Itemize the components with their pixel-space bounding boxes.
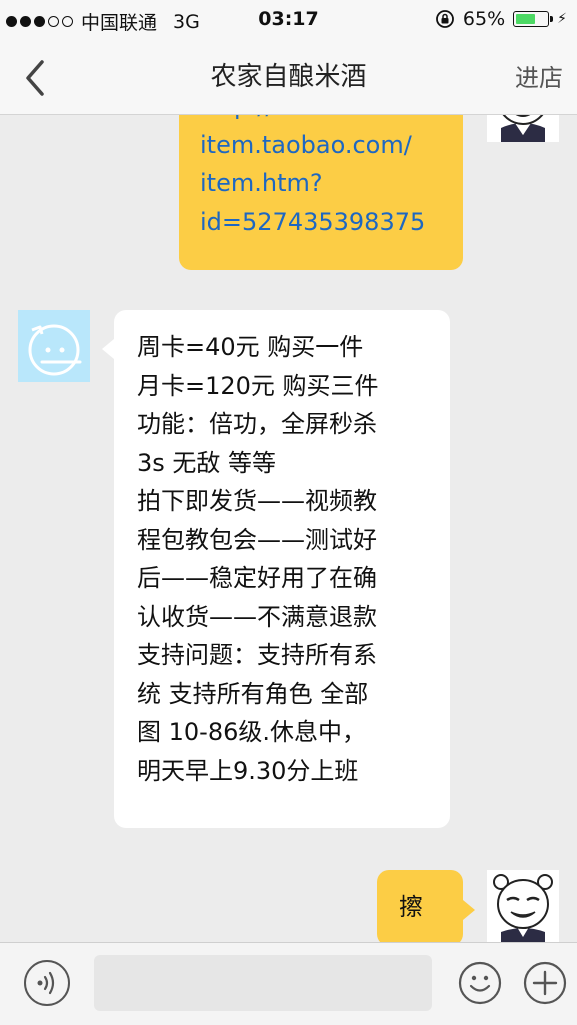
rotation-lock-icon (436, 10, 454, 28)
bear-face-icon (487, 114, 559, 142)
plus-icon[interactable] (522, 960, 568, 1006)
input-bar (0, 942, 577, 1025)
bubble-tail (102, 339, 114, 359)
message-line: 统 支持所有角色 全部 (137, 679, 369, 708)
page-title: 农家自酿米酒 (210, 62, 367, 92)
chat-area[interactable]: http:// item.taobao.com/ item.htm? id=52… (0, 114, 577, 942)
enter-shop-button[interactable]: 进店 (515, 58, 563, 93)
message-line: 程包教包会——测试好 (137, 525, 377, 554)
message-line: 3s 无敌 等等 (137, 448, 277, 477)
shop-avatar[interactable] (18, 310, 90, 382)
message-line: 月卡=120元 购买三件 (137, 371, 379, 400)
message-bubble-link[interactable]: http:// item.taobao.com/ item.htm? id=52… (179, 114, 463, 270)
message-line: id=527435398375 (200, 207, 426, 236)
status-bar: 中国联通 3G 03:17 65% ⚡ (0, 0, 577, 40)
message-line: item.htm? (200, 169, 323, 197)
message-line: 图 10-86级.休息中， (137, 718, 366, 746)
message-input[interactable] (94, 955, 432, 1011)
message-line: http:// (200, 114, 463, 126)
user-avatar[interactable] (487, 114, 559, 142)
message-bubble-text[interactable]: 周卡=40元 购买一件 月卡=120元 购买三件 功能：倍功，全屏秒杀 3s 无… (114, 310, 450, 828)
message-line: 认收货——不满意退款 (137, 602, 377, 631)
battery-percent: 65% (462, 8, 506, 30)
message-line: 后——稳定好用了在确 (137, 564, 377, 592)
voice-icon (37, 971, 55, 995)
user-avatar[interactable] (487, 870, 559, 942)
charging-icon: ⚡ (557, 11, 567, 27)
bubble-tail (463, 900, 475, 920)
bear-face-icon (487, 870, 559, 942)
battery-icon (513, 11, 554, 27)
message-line: 支持问题：支持所有系 (137, 641, 377, 669)
message-line: 明天早上9.30分上班 (137, 756, 359, 785)
status-right: 65% ⚡ (435, 8, 567, 30)
message-line: 擦 (399, 893, 423, 921)
message-line: 周卡=40元 购买一件 (137, 333, 364, 361)
message-bubble-text[interactable]: 擦 (377, 870, 463, 942)
navigation-bar: 农家自酿米酒 进店 (0, 40, 577, 115)
smiley-icon[interactable] (457, 960, 503, 1006)
message-line: 拍下即发货——视频教 (137, 487, 377, 515)
voice-button[interactable] (24, 960, 70, 1006)
shop-mascot-icon (18, 310, 90, 382)
message-line: 功能：倍功，全屏秒杀 (137, 410, 377, 438)
message-line: item.taobao.com/ (200, 130, 412, 159)
